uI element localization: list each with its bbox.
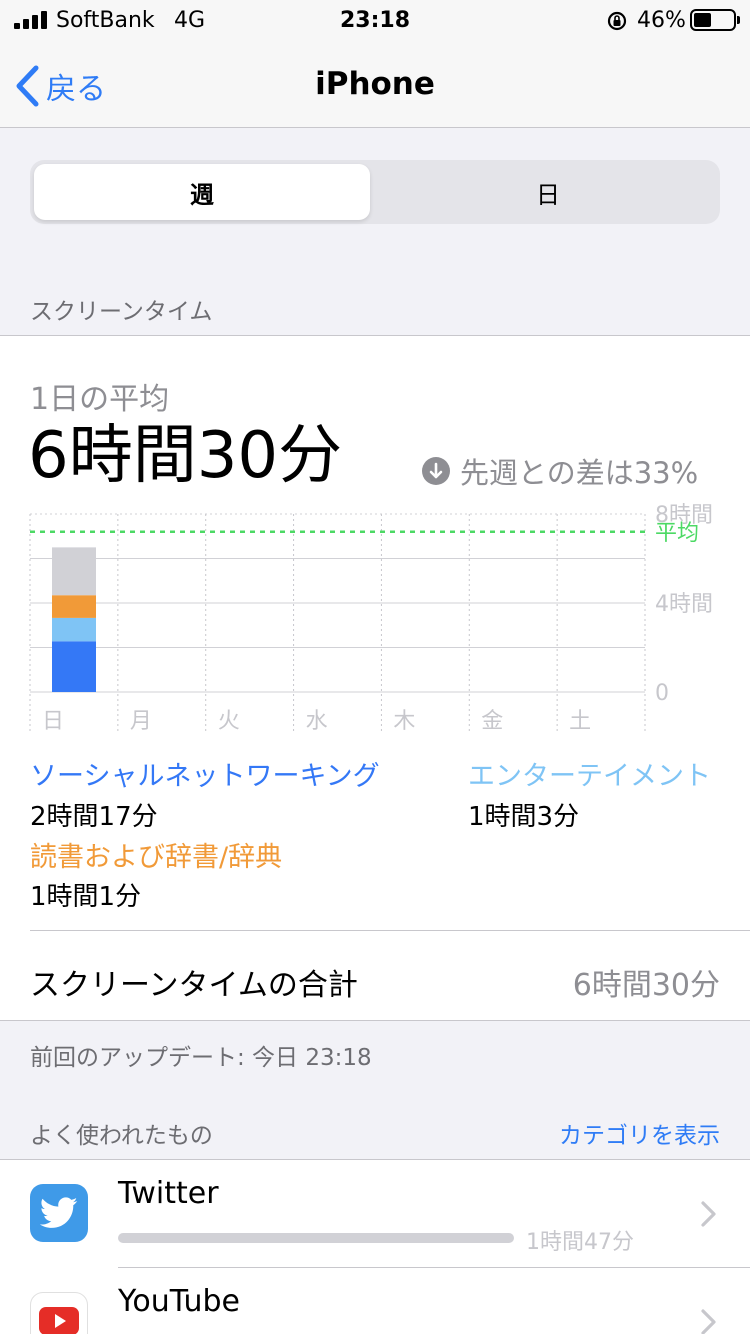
usage-chart: 平均 日月火水木金土8時間4時間0 — [29, 503, 713, 734]
bar-segment — [52, 595, 96, 618]
battery-tip — [737, 16, 740, 24]
section-header-screentime: スクリーンタイム — [30, 299, 213, 325]
app-name-twitter: Twitter — [118, 1176, 219, 1211]
week-diff: 先週との差は33% — [422, 450, 698, 492]
category-time-social: 2時間17分 — [30, 802, 158, 832]
screen-time-card: 1日の平均 6時間30分 先週との差は33% 平均 日月火水木金土 8時間 4時間 0… — [0, 335, 750, 1021]
bar-segment — [52, 547, 96, 596]
y-tick-label: 0 — [655, 681, 669, 706]
total-label: スクリーンタイムの合計 — [30, 968, 358, 1003]
x-tick-label: 土 — [569, 709, 591, 734]
x-tick-label: 日 — [42, 709, 64, 734]
y-tick-label: 8時間 — [655, 503, 713, 528]
divider — [30, 930, 750, 931]
usage-bar-twitter — [118, 1233, 514, 1243]
show-categories-link[interactable]: カテゴリを表示 — [559, 1116, 720, 1150]
arrow-down-circle-icon — [422, 457, 450, 485]
rotation-lock-icon — [607, 11, 627, 31]
x-tick-label: 水 — [306, 709, 328, 734]
bar-segment — [52, 617, 96, 642]
battery-icon — [690, 9, 736, 31]
bar-segment — [52, 641, 96, 692]
y-tick-label: 4時間 — [655, 592, 713, 617]
status-bar: SoftBank 4G 23:18 46% — [0, 0, 750, 44]
x-tick-label: 火 — [218, 709, 240, 734]
last-update-text: 前回のアップデート: 今日 23:18 — [30, 1045, 372, 1071]
category-time-reading: 1時間1分 — [30, 882, 142, 912]
category-label-entertainment: エンターテイメント — [468, 761, 711, 792]
x-tick-label: 月 — [130, 709, 152, 734]
daily-average-value: 6時間30分 — [28, 419, 343, 493]
segment-day[interactable]: 日 — [380, 164, 716, 220]
navigation-bar: 戻る iPhone — [0, 44, 750, 128]
most-used-list: Twitter 1時間47分 YouTube — [0, 1159, 750, 1334]
x-tick-label: 金 — [481, 709, 503, 734]
page-title: iPhone — [315, 66, 435, 102]
most-used-header: よく使われたもの — [30, 1123, 213, 1149]
youtube-icon — [30, 1292, 88, 1334]
app-name-youtube: YouTube — [118, 1284, 240, 1319]
total-value: 6時間30分 — [572, 968, 720, 1003]
battery-percent: 46% — [637, 8, 686, 33]
chevron-right-icon — [701, 1201, 716, 1227]
category-label-social: ソーシャルネットワーキング — [30, 761, 380, 792]
period-segmented-control: 週 日 — [30, 160, 720, 224]
category-time-entertainment: 1時間3分 — [468, 802, 580, 832]
week-diff-text: 先週との差は33% — [460, 456, 699, 490]
x-tick-label: 木 — [393, 709, 415, 734]
twitter-icon — [30, 1184, 88, 1242]
app-row-youtube[interactable]: YouTube — [0, 1268, 750, 1334]
app-row-twitter[interactable]: Twitter 1時間47分 — [0, 1160, 750, 1268]
category-label-reading: 読書および辞書/辞典 — [30, 842, 283, 873]
daily-average-label: 1日の平均 — [30, 382, 170, 417]
segment-week[interactable]: 週 — [34, 164, 370, 220]
usage-time-twitter: 1時間47分 — [526, 1230, 634, 1255]
chevron-right-icon — [701, 1309, 716, 1334]
